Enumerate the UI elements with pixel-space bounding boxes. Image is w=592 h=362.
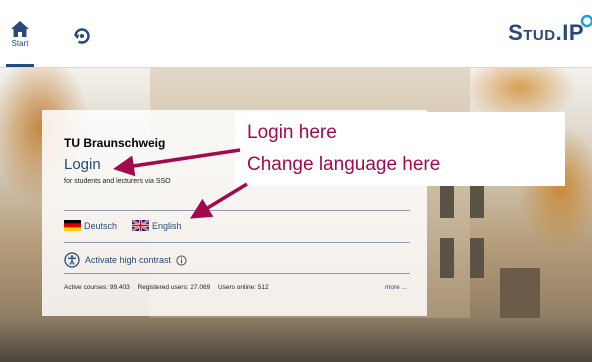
divider [64,242,410,243]
login-link[interactable]: Login [64,156,101,173]
logo-mark-icon [580,14,592,28]
ground [0,318,592,362]
registered-users-stat: Registered users: 27.069 [137,284,211,291]
statistics-line: Active courses: 99.403 Registered users:… [64,284,275,291]
high-contrast-toggle[interactable]: Activate high contrast [64,252,187,268]
active-tab-indicator [6,64,34,67]
nav-history-button[interactable] [73,27,91,50]
language-label: English [152,220,182,231]
home-icon [11,21,29,37]
high-contrast-label: Activate high contrast [85,255,172,265]
language-label: Deutsch [84,220,118,231]
window [470,238,484,278]
annotation-line-language: Change language here [247,154,441,175]
nav-start-label: Start [11,39,29,48]
language-english-link[interactable]: English [132,220,182,231]
top-navigation-bar: Start Stud.IP [0,0,592,68]
annotation-callout: Login here Change language here [235,112,565,186]
uk-flag-icon [132,220,149,231]
brand-text: Stud.IP [508,20,584,45]
de-flag-icon [64,220,81,231]
annotation-line-login: Login here [247,122,337,143]
login-subtitle: for students and lecturers via SSO [64,178,171,185]
history-icon [73,28,90,44]
divider [64,273,410,274]
more-stats-link[interactable]: more ... [385,284,407,291]
language-deutsch-link[interactable]: Deutsch [64,220,117,231]
nav-start-button[interactable]: Start [6,20,34,67]
info-icon[interactable] [176,254,187,266]
divider [64,210,410,211]
accessibility-icon [64,252,80,268]
users-online-stat: Users online: 512 [218,284,269,291]
studip-logo: Stud.IP [508,14,592,46]
organization-name: TU Braunschweig [64,136,166,150]
active-courses-stat: Active courses: 99.403 [64,284,130,291]
window [440,238,454,278]
